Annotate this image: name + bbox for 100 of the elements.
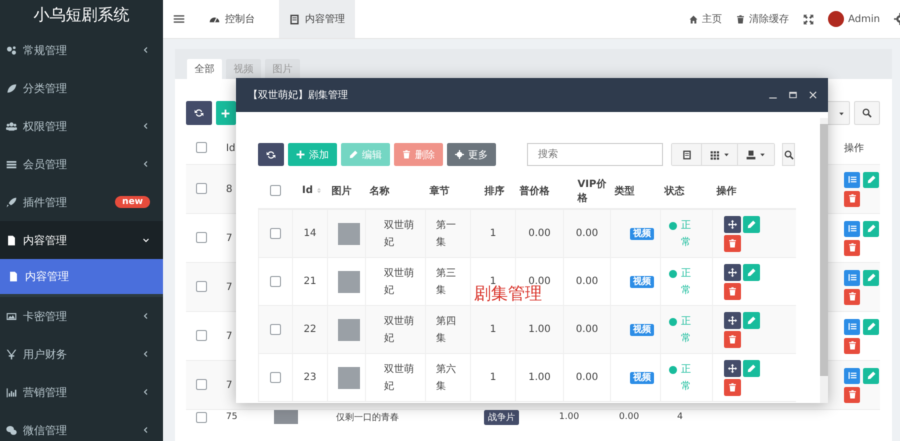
checkbox[interactable] <box>270 324 281 335</box>
delete-button[interactable] <box>724 282 741 300</box>
delete-button[interactable] <box>844 288 860 304</box>
refresh-button[interactable] <box>186 101 212 125</box>
search-button[interactable] <box>854 101 880 125</box>
file-icon <box>8 271 19 282</box>
chat-icon <box>6 424 17 436</box>
nav-tab[interactable]: 内容管理 <box>279 0 355 38</box>
checkbox[interactable] <box>196 232 206 244</box>
move-button[interactable] <box>724 264 741 280</box>
column-header: 名称 <box>370 186 390 196</box>
edit-button[interactable] <box>863 318 879 334</box>
delete-button[interactable] <box>724 330 741 348</box>
checkbox[interactable] <box>270 184 281 196</box>
move-button[interactable] <box>724 216 741 232</box>
sidebar-item[interactable]: 插件管理 new <box>0 183 163 221</box>
trash-icon <box>848 243 856 252</box>
checkbox[interactable] <box>196 412 206 422</box>
table-cell: 1 <box>490 228 496 239</box>
fullscreen-icon[interactable] <box>803 14 814 24</box>
trash-icon <box>848 341 856 350</box>
list-button[interactable] <box>844 368 860 384</box>
checkbox[interactable] <box>270 228 281 239</box>
edit-button[interactable] <box>863 368 879 384</box>
sidebar-item[interactable]: 卡密管理 <box>0 297 163 335</box>
delete-button[interactable] <box>724 234 741 252</box>
move-button[interactable] <box>724 360 741 376</box>
column-header[interactable]: Id <box>302 185 313 196</box>
columns-button[interactable] <box>702 144 738 165</box>
pencil-icon <box>747 220 756 228</box>
header-link[interactable]: 主页 <box>689 12 722 26</box>
list-button[interactable] <box>844 172 860 188</box>
status-label: 正常 <box>669 216 712 250</box>
search-button[interactable] <box>782 143 795 166</box>
table-cell: 0.00 <box>576 324 598 335</box>
column-header: 图片 <box>332 186 352 196</box>
refresh-button[interactable] <box>258 143 284 166</box>
list-button[interactable] <box>844 220 860 236</box>
checkbox[interactable] <box>196 379 206 390</box>
move-button[interactable] <box>724 312 741 328</box>
checkbox[interactable] <box>196 330 206 342</box>
user-name[interactable]: Admin <box>848 14 880 24</box>
sidebar-item[interactable]: 权限管理 <box>0 107 163 145</box>
table-cell-text: 7 <box>225 380 234 390</box>
avatar[interactable] <box>828 11 844 27</box>
caret-icon <box>759 151 766 158</box>
plus-icon <box>296 150 305 159</box>
trash-icon <box>728 334 737 344</box>
sidebar-item[interactable]: 内容管理 <box>0 221 163 259</box>
delete-button[interactable] <box>724 378 741 396</box>
sidebar-item[interactable]: 会员管理 <box>0 145 163 183</box>
more-button[interactable]: 更多 <box>447 143 496 166</box>
delete-button[interactable] <box>844 240 860 256</box>
edit-button[interactable] <box>863 172 879 188</box>
pencil-icon <box>747 268 756 276</box>
checkbox[interactable] <box>270 372 281 383</box>
column-header: 操作 <box>716 186 736 196</box>
table-cell: 1.00 <box>528 372 551 383</box>
maximize-icon[interactable] <box>788 90 798 100</box>
grid-icon <box>710 150 720 160</box>
edit-button[interactable] <box>863 270 879 286</box>
annotation-text: 剧集管理 <box>474 284 542 305</box>
checkbox[interactable] <box>196 183 206 194</box>
list-button[interactable] <box>844 318 860 334</box>
column-header: 章节 <box>430 186 450 196</box>
checkbox[interactable] <box>270 276 281 287</box>
export-button[interactable] <box>738 144 774 165</box>
toggle-view-button[interactable] <box>672 144 702 165</box>
move-icon <box>728 220 737 228</box>
delete-button[interactable] <box>844 190 860 206</box>
edit-button[interactable] <box>863 220 879 236</box>
table-cell: 0.00 <box>576 228 598 239</box>
search-field[interactable]: 搜索 <box>527 143 663 166</box>
sidebar-item[interactable]: 用户财务 <box>0 335 163 373</box>
scrollbar[interactable] <box>820 118 828 403</box>
table-cell-text: 第四集 <box>436 314 457 346</box>
menu-icon <box>173 13 185 25</box>
trash-icon <box>402 150 411 159</box>
column-header: 普价格 <box>520 186 550 196</box>
checkbox[interactable] <box>196 281 206 292</box>
sidebar-item[interactable]: 营销管理 <box>0 373 163 411</box>
new-badge: new <box>115 196 150 208</box>
sidebar-item[interactable]: 常规管理 <box>0 31 163 69</box>
yen-icon <box>6 348 17 360</box>
table-cell-text: 双世萌妃 <box>384 218 415 250</box>
table-cell: 1.00 <box>559 412 580 422</box>
table-cell: 1 <box>490 276 496 287</box>
sidebar-item[interactable]: 微信管理 <box>0 411 163 441</box>
list-button[interactable] <box>844 270 860 286</box>
filter-tab[interactable]: 全部 <box>187 59 222 79</box>
sidebar-subitem[interactable]: 内容管理 <box>0 259 163 294</box>
status-label: 正常 <box>669 360 712 394</box>
header-link[interactable]: 清除缓存 <box>736 12 790 26</box>
checkbox[interactable] <box>196 142 206 154</box>
delete-button[interactable] <box>844 386 860 402</box>
sidebar-item[interactable]: 分类管理 <box>0 69 163 107</box>
plus-icon <box>221 108 230 118</box>
delete-button[interactable] <box>844 338 860 354</box>
close-icon[interactable] <box>808 90 818 100</box>
list-icon <box>848 273 856 282</box>
